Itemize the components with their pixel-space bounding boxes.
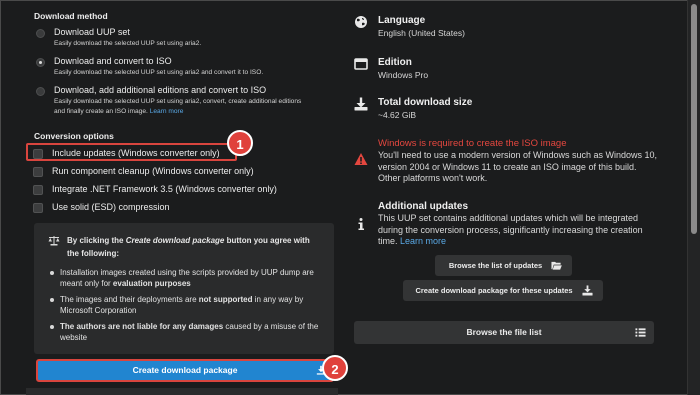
- edition-title: Edition: [378, 57, 412, 68]
- browse-file-list-label: Browse the file list: [466, 327, 542, 337]
- radio-description: Easily download the selected UUP set usi…: [54, 40, 202, 47]
- browse-updates-label: Browse the list of updates: [448, 261, 543, 270]
- window-icon: [354, 58, 368, 70]
- agreement-notice: By clicking the Create download package …: [34, 223, 334, 354]
- conversion-options-heading: Conversion options: [34, 131, 114, 141]
- download-icon: [354, 97, 368, 111]
- language-value: English (United States): [378, 28, 465, 38]
- notice-heading: By clicking the Create download package …: [48, 235, 320, 260]
- additional-updates-title: Additional updates: [378, 201, 468, 212]
- radio-description: Easily download the selected UUP set usi…: [54, 69, 264, 76]
- notice-bullet: The images and their deployments are not…: [48, 294, 323, 317]
- notice-list: Installation images created using the sc…: [48, 267, 323, 347]
- create-package-for-updates-button[interactable]: Create download package for these update…: [403, 280, 603, 301]
- download-icon: [582, 285, 593, 296]
- radio-label: Download UUP set: [54, 27, 130, 37]
- balance-scale-icon: [48, 236, 60, 246]
- create-download-package-label: Create download package: [132, 365, 238, 375]
- checkbox-label: Integrate .NET Framework 3.5 (Windows co…: [52, 184, 277, 194]
- notice-bullet: Installation images created using the sc…: [48, 267, 323, 290]
- checkbox[interactable]: [33, 167, 43, 177]
- radio-button[interactable]: [36, 87, 45, 96]
- callout-badge-2: 2: [322, 355, 348, 381]
- create-package-for-updates-label: Create download package for these update…: [415, 286, 573, 295]
- vertical-scrollbar[interactable]: [687, 0, 700, 395]
- bottom-panel-edge: [26, 388, 338, 395]
- radio-button[interactable]: [36, 29, 45, 38]
- radio-label: Download and convert to ISO: [54, 56, 172, 66]
- download-size-value: ~4.62 GiB: [378, 110, 417, 120]
- download-size-title: Total download size: [378, 97, 473, 108]
- radio-label: Download, add additional editions and co…: [54, 85, 267, 95]
- info-icon: [358, 218, 364, 230]
- warning-text: You'll need to use a modern version of W…: [378, 150, 658, 184]
- radio-button-selected[interactable]: [36, 58, 45, 67]
- browse-updates-button[interactable]: Browse the list of updates: [435, 255, 572, 276]
- list-icon: [635, 328, 646, 337]
- scrollbar-thumb[interactable]: [691, 4, 697, 234]
- additional-updates-text: This UUP set contains additional updates…: [378, 213, 643, 247]
- callout-badge-1: 1: [227, 130, 253, 156]
- warning-icon: [354, 153, 368, 165]
- globe-icon: [355, 16, 367, 28]
- edition-value: Windows Pro: [378, 70, 429, 80]
- checkbox[interactable]: [33, 203, 43, 213]
- radio-description: Easily download the selected UUP set usi…: [54, 98, 302, 115]
- notice-bullet: The authors are not liable for any damag…: [48, 321, 323, 344]
- folder-open-icon: [551, 261, 562, 270]
- language-title: Language: [378, 15, 426, 26]
- checkbox-label: Run component cleanup (Windows converter…: [52, 166, 254, 176]
- learn-more-link[interactable]: Learn more: [150, 108, 184, 115]
- browse-file-list-button[interactable]: Browse the file list: [354, 321, 654, 344]
- download-method-heading: Download method: [34, 11, 108, 21]
- checkbox[interactable]: [33, 185, 43, 195]
- create-download-package-button[interactable]: Create download package: [36, 359, 334, 382]
- callout-highlight-include-updates: [26, 143, 237, 161]
- learn-more-link[interactable]: Learn more: [400, 236, 446, 246]
- warning-title: Windows is required to create the ISO im…: [378, 138, 567, 149]
- checkbox-label: Use solid (ESD) compression: [52, 202, 170, 212]
